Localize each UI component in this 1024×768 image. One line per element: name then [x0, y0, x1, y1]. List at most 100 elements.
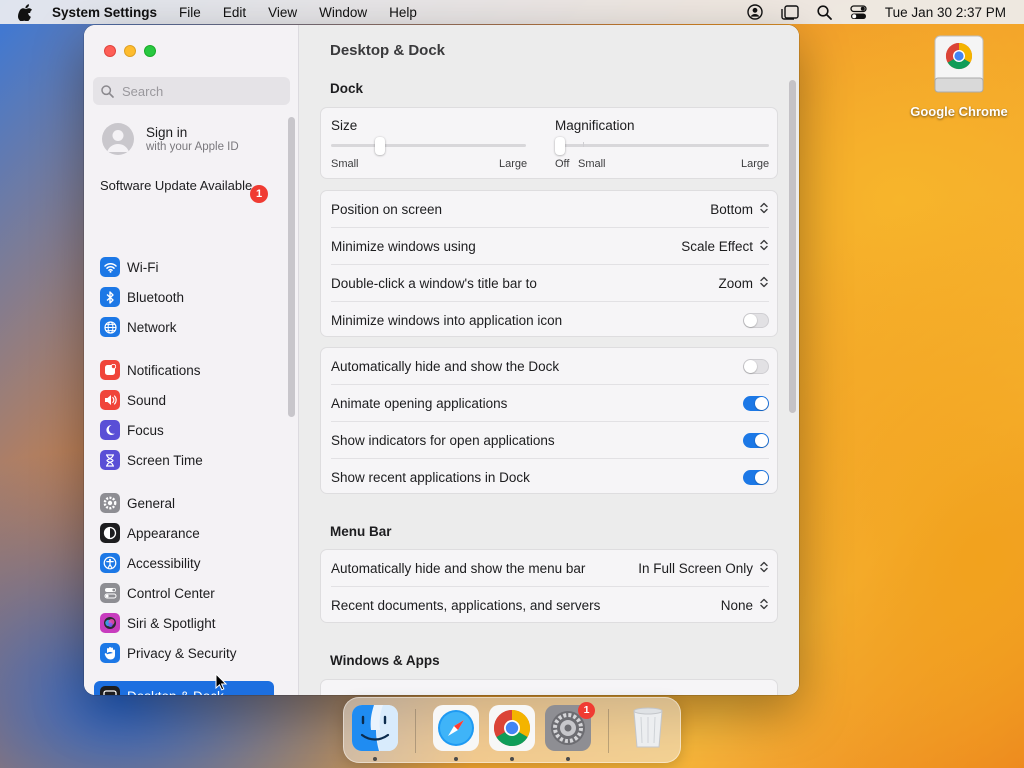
sidebar-item-label: Focus [127, 422, 164, 438]
section-windows-heading: Windows & Apps [330, 653, 440, 668]
bluetooth-icon [100, 287, 120, 307]
toggle-switch[interactable] [743, 396, 769, 411]
avatar [102, 123, 134, 155]
windows-card [320, 679, 778, 695]
popup-value: In Full Screen Only [638, 561, 753, 576]
size-slider-knob[interactable] [374, 137, 385, 155]
apple-menu-icon[interactable] [18, 3, 34, 21]
popup-button[interactable]: None [721, 597, 769, 614]
size-min-label: Small [331, 158, 359, 170]
menubar-card: Automatically hide and show the menu bar… [320, 549, 778, 623]
sidebar-scrollbar[interactable] [288, 117, 295, 417]
sidebar: Search Sign in with your Apple ID Softwa… [84, 25, 299, 695]
search-input[interactable]: Search [93, 77, 290, 105]
view-menu[interactable]: View [268, 5, 297, 20]
dock-size-card: Size Small Large Magnification Off Small… [320, 107, 778, 179]
gear-icon [100, 493, 120, 513]
setting-label: Automatically hide and show the Dock [331, 359, 560, 374]
desktop-chrome-drive[interactable]: Google Chrome [904, 34, 1014, 119]
help-menu[interactable]: Help [389, 5, 417, 20]
search-placeholder: Search [122, 83, 164, 99]
settings-badge: 1 [578, 702, 595, 719]
edit-menu[interactable]: Edit [223, 5, 246, 20]
main-pane: Desktop & Dock Dock Size Small Large Mag… [299, 25, 799, 695]
sidebar-item-appearance[interactable]: Appearance [94, 518, 274, 548]
user-icon[interactable] [747, 4, 763, 20]
setting-label: Minimize windows into application icon [331, 313, 563, 328]
control-center-icon[interactable] [850, 4, 867, 20]
search-icon[interactable] [817, 4, 832, 20]
hourglass-icon [100, 450, 120, 470]
magnification-slider-knob[interactable] [555, 137, 565, 155]
chevron-updown-icon [759, 560, 769, 577]
wifi-icon [100, 257, 120, 277]
popup-button[interactable]: In Full Screen Only [638, 560, 769, 577]
sidebar-item-notifications[interactable]: Notifications [94, 355, 274, 385]
popup-button[interactable]: Zoom [718, 275, 769, 292]
clock[interactable]: Tue Jan 30 2:37 PM [885, 5, 1006, 20]
app-menu[interactable]: System Settings [52, 5, 157, 20]
dock-chrome[interactable] [489, 705, 535, 751]
dock-separator [415, 709, 416, 753]
main-scrollbar[interactable] [789, 80, 796, 413]
magnification-max-label: Large [741, 158, 770, 170]
size-label: Size [331, 118, 358, 133]
dock-finder[interactable] [352, 705, 398, 751]
sidebar-item-siri-spotlight[interactable]: Siri & Spotlight [94, 608, 274, 638]
sidebar-item-general[interactable]: General [94, 488, 274, 518]
close-button[interactable] [104, 45, 116, 57]
setting-row: Minimize windows into application icon [321, 302, 779, 339]
sidebar-item-label: General [127, 495, 176, 511]
dock-separator [608, 709, 609, 753]
toggle-switch[interactable] [743, 470, 769, 485]
speaker-icon [100, 390, 120, 410]
sidebar-item-label: Network [127, 319, 177, 335]
sidebar-item-sound[interactable]: Sound [94, 385, 274, 415]
sidebar-item-control-center[interactable]: Control Center [94, 578, 274, 608]
apple-id-signin[interactable]: Sign in with your Apple ID [102, 123, 239, 155]
magnification-slider-track [555, 144, 769, 147]
sidebar-item-bluetooth[interactable]: Bluetooth [94, 282, 274, 312]
dock-running-indicator [566, 757, 570, 761]
sidebar-item-privacy-security[interactable]: Privacy & Security [94, 638, 274, 668]
desktop-icon-label: Google Chrome [910, 104, 1008, 119]
file-menu[interactable]: File [179, 5, 201, 20]
setting-label: Show indicators for open applications [331, 433, 555, 448]
setting-label: Animate opening applications [331, 396, 508, 411]
sidebar-item-accessibility[interactable]: Accessibility [94, 548, 274, 578]
popup-button[interactable]: Bottom [710, 201, 769, 218]
sidebar-item-label: Siri & Spotlight [127, 615, 216, 631]
setting-row: Position on screen Bottom [321, 191, 779, 228]
globe-icon [100, 317, 120, 337]
zoom-button[interactable] [144, 45, 156, 57]
setting-row: Automatically hide and show the Dock [321, 348, 779, 385]
stage-manager-icon[interactable] [781, 4, 799, 20]
setting-row: Show recent applications in Dock [321, 459, 779, 496]
sidebar-item-desktop-dock[interactable]: Desktop & Dock [94, 681, 274, 695]
dock-safari[interactable] [433, 705, 479, 751]
setting-row: Recent documents, applications, and serv… [321, 587, 779, 624]
section-dock-heading: Dock [330, 81, 364, 96]
popup-button[interactable]: Scale Effect [681, 238, 769, 255]
software-update-item[interactable]: Software Update Available [100, 178, 268, 194]
dock-trash[interactable] [625, 705, 671, 751]
sidebar-item-screen-time[interactable]: Screen Time [94, 445, 274, 475]
setting-label: Recent documents, applications, and serv… [331, 598, 601, 613]
signin-subtitle: with your Apple ID [146, 141, 239, 153]
toggle-switch[interactable] [743, 433, 769, 448]
toggle-switch[interactable] [743, 359, 769, 374]
window-menu[interactable]: Window [319, 5, 367, 20]
popup-value: Bottom [710, 202, 753, 217]
sidebar-item-network[interactable]: Network [94, 312, 274, 342]
dock-running-indicator [510, 757, 514, 761]
sidebar-item-wi-fi[interactable]: Wi-Fi [94, 252, 274, 282]
toggle-switch[interactable] [743, 313, 769, 328]
minimize-button[interactable] [124, 45, 136, 57]
control-center-icon [100, 583, 120, 603]
setting-label: Position on screen [331, 202, 443, 217]
sidebar-item-label: Screen Time [127, 452, 203, 468]
bell-icon [100, 360, 120, 380]
toggle-knob [744, 360, 757, 373]
setting-label: Automatically hide and show the menu bar [331, 561, 586, 576]
sidebar-item-focus[interactable]: Focus [94, 415, 274, 445]
